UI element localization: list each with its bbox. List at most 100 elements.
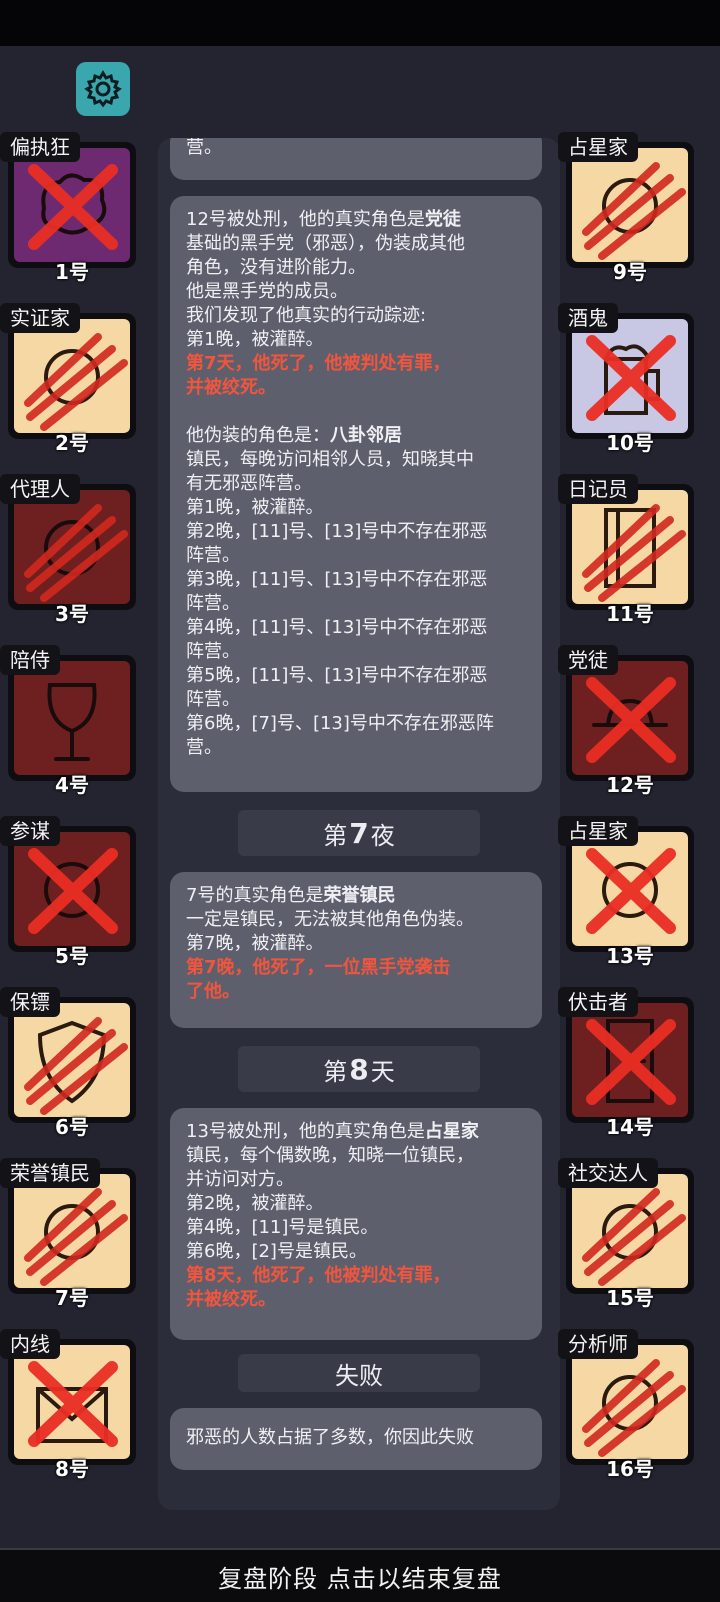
log-text: 有无邪恶阵营。 <box>186 473 312 494</box>
player-seat-14[interactable]: 伏击者 14号 <box>558 987 702 1139</box>
log-text: 第5晚，[11]号、[13]号中不存在邪恶 <box>186 665 488 686</box>
log-card-result: 邪恶的人数占据了多数，你因此失败 <box>170 1408 542 1470</box>
phase-header-night-7: 第7夜 <box>238 810 480 856</box>
player-seat-12[interactable]: 党徒 12号 <box>558 645 702 797</box>
end-review-label: 复盘阶段 点击以结束复盘 <box>218 1564 502 1593</box>
role-tile <box>14 661 130 775</box>
log-text: 他伪装的角色是： <box>186 425 330 446</box>
phase-number: 7 <box>349 816 369 850</box>
log-text: 12号被处刑，他的真实角色是 <box>186 209 425 230</box>
player-seat-8[interactable]: 内线 8号 <box>0 1329 144 1481</box>
analyst-icon <box>582 1359 686 1457</box>
hand-icon <box>24 504 128 602</box>
log-text: 他是黑手党的成员。 <box>186 281 348 302</box>
status-bar <box>0 0 720 46</box>
log-text: 阵营。 <box>186 641 240 662</box>
log-text: 阵营。 <box>186 545 240 566</box>
beer-mug-icon <box>586 335 676 421</box>
gear-icon <box>84 70 122 108</box>
log-text: 第6晚，[7]号、[13]号中不存在邪恶阵 <box>186 713 494 734</box>
phase-text: 第 <box>323 821 348 850</box>
review-log-panel[interactable]: 营。 12号被处刑，他的真实角色是党徒 基础的黑手党（邪恶），伪装成其他 角色，… <box>158 138 560 1510</box>
player-seat-6[interactable]: 保镖 6号 <box>0 987 144 1139</box>
role-name: 八卦邻居 <box>330 425 402 446</box>
log-text: 第7晚，被灌醉。 <box>186 933 324 954</box>
log-text: 12号被处刑，他的真实角色是党徒 <box>186 208 526 232</box>
player-seat-5[interactable]: 参谋 5号 <box>0 816 144 968</box>
seat-number: 4号 <box>55 773 89 797</box>
seat-number: 10号 <box>606 431 654 455</box>
seat-number: 7号 <box>55 1286 89 1310</box>
log-text: 13号被处刑，他的真实角色是占星家 <box>186 1120 526 1144</box>
player-seat-15[interactable]: 社交达人 15号 <box>558 1158 702 1310</box>
role-label: 党徒 <box>558 645 618 675</box>
death-text: 第7晚，他死了，一位黑手党袭击 <box>186 957 451 978</box>
seat-number: 12号 <box>606 773 654 797</box>
role-tile <box>14 1174 130 1288</box>
role-name: 党徒 <box>424 209 461 230</box>
wine-glass-icon <box>47 683 97 761</box>
shield-icon <box>24 1017 128 1115</box>
seat-number: 2号 <box>55 431 89 455</box>
seat-number: 16号 <box>606 1457 654 1481</box>
log-text: 第4晚，[11]号是镇民。 <box>186 1217 379 1238</box>
envelope-icon <box>28 1361 118 1447</box>
seat-number: 11号 <box>606 602 654 626</box>
log-text: 镇民，每晚访问相邻人员，知晓其中 <box>186 449 474 470</box>
log-text: 阵营。 <box>186 593 240 614</box>
log-text: 营。 <box>186 737 222 758</box>
phase-text: 夜 <box>370 821 395 850</box>
role-label: 日记员 <box>558 474 638 504</box>
role-tile <box>14 1003 130 1117</box>
seat-number: 8号 <box>55 1457 89 1481</box>
role-label: 伏击者 <box>558 987 638 1017</box>
phase-header-defeat: 失败 <box>238 1354 480 1392</box>
log-text: 第2晚，[11]号、[13]号中不存在邪恶 <box>186 521 488 542</box>
seat-number: 9号 <box>613 260 647 284</box>
player-seat-10[interactable]: 酒鬼 10号 <box>558 303 702 455</box>
chess-icon <box>28 848 118 934</box>
log-text: 第2晚，被灌醉。 <box>186 1193 324 1214</box>
role-tile <box>572 1003 688 1117</box>
medal-icon <box>24 1188 128 1286</box>
seat-number: 1号 <box>55 260 89 284</box>
player-seat-2[interactable]: 实证家 2号 <box>0 303 144 455</box>
settings-button[interactable] <box>76 62 130 116</box>
player-seat-11[interactable]: 日记员 11号 <box>558 474 702 626</box>
player-seat-1[interactable]: 偏执狂 1号 <box>0 132 144 284</box>
seat-number: 6号 <box>55 1115 89 1139</box>
phase-number: 8 <box>349 1052 369 1086</box>
log-text: 邪恶的人数占据了多数，你因此失败 <box>186 1427 474 1448</box>
death-text: 并被绞死。 <box>186 1289 276 1310</box>
player-seat-13[interactable]: 占星家 13号 <box>558 816 702 968</box>
player-seat-4[interactable]: 陪侍 4号 <box>0 645 144 797</box>
role-label: 保镖 <box>0 987 60 1017</box>
end-review-button[interactable]: 复盘阶段 点击以结束复盘 <box>0 1548 720 1602</box>
role-name: 荣誉镇民 <box>323 885 396 906</box>
player-seat-3[interactable]: 代理人 3号 <box>0 474 144 626</box>
death-text: 并被绞死。 <box>186 377 276 398</box>
log-text: 第1晚，被灌醉。 <box>186 329 324 350</box>
role-tile <box>14 319 130 433</box>
role-tile <box>572 1174 688 1288</box>
role-label: 内线 <box>0 1329 60 1359</box>
astrolabe-icon <box>582 162 686 260</box>
log-card-execution-13: 13号被处刑，他的真实角色是占星家 镇民，每个偶数晚，知晓一位镇民， 并访问对方… <box>170 1108 542 1340</box>
role-tile <box>14 148 130 262</box>
player-seat-7[interactable]: 荣誉镇民 7号 <box>0 1158 144 1310</box>
phase-header-day-8: 第8天 <box>238 1046 480 1092</box>
role-label: 社交达人 <box>558 1158 658 1188</box>
player-seat-9[interactable]: 占星家 9号 <box>558 132 702 284</box>
role-name: 占星家 <box>424 1121 479 1142</box>
log-text: 并访问对方。 <box>186 1169 294 1190</box>
role-label: 荣誉镇民 <box>0 1158 100 1188</box>
death-text: 第7天，他死了，他被判处有罪， <box>186 353 451 374</box>
role-label: 酒鬼 <box>558 303 618 333</box>
log-text: 镇民，每个偶数晚，知晓一位镇民， <box>186 1145 474 1166</box>
role-tile <box>14 490 130 604</box>
player-seat-16[interactable]: 分析师 16号 <box>558 1329 702 1481</box>
phase-text: 天 <box>370 1057 395 1086</box>
role-tile <box>572 490 688 604</box>
log-text: 基础的黑手党（邪恶），伪装成其他 <box>186 233 465 254</box>
role-tile <box>572 319 688 433</box>
